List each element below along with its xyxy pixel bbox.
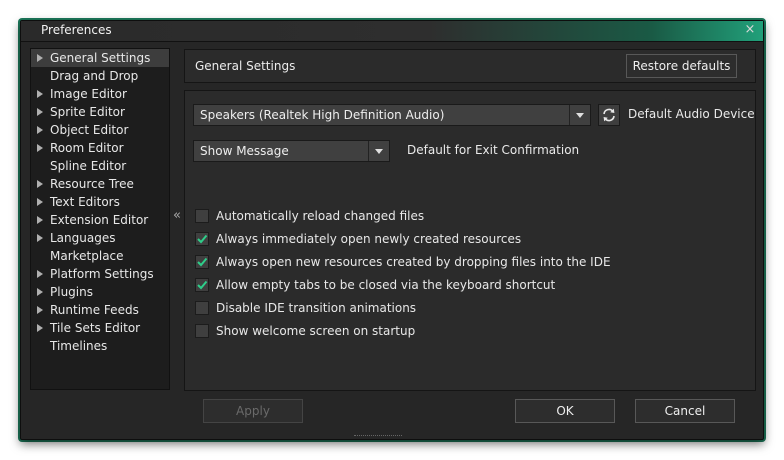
sidebar-item-label: Sprite Editor (50, 105, 125, 119)
audio-device-value: Speakers (Realtek High Definition Audio) (200, 108, 445, 122)
sidebar-item-label: Tile Sets Editor (50, 321, 141, 335)
sidebar-item-label: Text Editors (50, 195, 120, 209)
sidebar-item-label: Languages (50, 231, 116, 245)
ok-button[interactable]: OK (515, 399, 615, 423)
audio-device-label: Default Audio Device (628, 107, 755, 121)
preferences-window: Preferences × General Settings Drag and D… (20, 20, 764, 440)
collapse-sidebar-icon[interactable]: « (171, 208, 183, 226)
settings-header: General Settings Restore defaults (184, 49, 756, 83)
sidebar-item-label: Room Editor (50, 141, 124, 155)
checkbox-label: Disable IDE transition animations (216, 301, 417, 315)
checkbox-label: Always immediately open newly created re… (216, 232, 522, 246)
sidebar-item-platform-settings[interactable]: Platform Settings (31, 265, 169, 283)
chevron-right-icon[interactable] (37, 216, 43, 224)
sidebar-item-languages[interactable]: Languages (31, 229, 169, 247)
sidebar-item-general-settings[interactable]: General Settings (31, 49, 169, 67)
sidebar-item-label: Plugins (50, 285, 93, 299)
sidebar-item-label: Extension Editor (50, 213, 149, 227)
checkmark-icon (197, 257, 208, 267)
sidebar-item-label: Runtime Feeds (50, 303, 139, 317)
chevron-right-icon[interactable] (37, 90, 43, 98)
exit-confirmation-select[interactable]: Show Message (193, 140, 390, 162)
checkbox[interactable] (195, 232, 209, 246)
sidebar-item-image-editor[interactable]: Image Editor (31, 85, 169, 103)
sidebar-item-timelines[interactable]: Timelines (31, 337, 169, 355)
checkbox[interactable] (195, 209, 209, 223)
sidebar: General Settings Drag and Drop Image Edito… (30, 48, 170, 390)
sidebar-item-label: Image Editor (50, 87, 127, 101)
checkbox[interactable] (195, 278, 209, 292)
dropdown-button[interactable] (368, 141, 389, 161)
sidebar-item-label: Spline Editor (50, 159, 127, 173)
restore-defaults-button[interactable]: Restore defaults (626, 54, 737, 78)
chevron-right-icon[interactable] (37, 234, 43, 242)
checkbox[interactable] (195, 324, 209, 338)
checkbox[interactable] (195, 255, 209, 269)
sidebar-item-resource-tree[interactable]: Resource Tree (31, 175, 169, 193)
exit-confirmation-value: Show Message (200, 144, 289, 158)
sidebar-item-label: Resource Tree (50, 177, 134, 191)
chevron-down-icon (576, 113, 584, 118)
window-title: Preferences (41, 23, 112, 37)
refresh-icon (603, 108, 615, 122)
settings-content: Speakers (Realtek High Definition Audio)… (184, 90, 756, 391)
chevron-right-icon[interactable] (37, 306, 43, 314)
chevron-right-icon[interactable] (37, 270, 43, 278)
sidebar-item-label: Marketplace (50, 249, 124, 263)
audio-device-select[interactable]: Speakers (Realtek High Definition Audio) (193, 104, 591, 126)
chevron-right-icon[interactable] (37, 144, 43, 152)
sidebar-item-drag-and-drop[interactable]: Drag and Drop (31, 67, 169, 85)
checkmark-icon (197, 280, 208, 290)
checkbox-label: Allow empty tabs to be closed via the ke… (216, 278, 556, 292)
chevron-right-icon[interactable] (37, 288, 43, 296)
checkbox-label: Show welcome screen on startup (216, 324, 416, 338)
checkbox-label: Automatically reload changed files (216, 209, 425, 223)
sidebar-item-label: Timelines (50, 339, 108, 353)
title-bar[interactable]: Preferences × (21, 21, 763, 42)
exit-confirmation-label: Default for Exit Confirmation (407, 143, 580, 157)
checkbox-label: Always open new resources created by dro… (216, 255, 611, 269)
sidebar-item-object-editor[interactable]: Object Editor (31, 121, 169, 139)
chevron-right-icon[interactable] (37, 108, 43, 116)
dropdown-button[interactable] (569, 105, 590, 125)
chevron-right-icon[interactable] (37, 54, 43, 62)
close-icon[interactable]: × (743, 22, 757, 38)
sidebar-item-plugins[interactable]: Plugins (31, 283, 169, 301)
chevron-right-icon[interactable] (37, 324, 43, 332)
chevron-down-icon (375, 149, 383, 154)
checkbox[interactable] (195, 301, 209, 315)
sidebar-item-sprite-editor[interactable]: Sprite Editor (31, 103, 169, 121)
sidebar-item-room-editor[interactable]: Room Editor (31, 139, 169, 157)
checkmark-icon (197, 234, 208, 244)
sidebar-item-extension-editor[interactable]: Extension Editor (31, 211, 169, 229)
refresh-audio-button[interactable] (598, 104, 620, 126)
sidebar-item-spline-editor[interactable]: Spline Editor (31, 157, 169, 175)
chevron-right-icon[interactable] (37, 198, 43, 206)
sidebar-item-marketplace[interactable]: Marketplace (31, 247, 169, 265)
chevron-right-icon[interactable] (37, 126, 43, 134)
page-title: General Settings (195, 59, 296, 73)
resize-grip[interactable] (354, 435, 402, 439)
cancel-button[interactable]: Cancel (635, 399, 735, 423)
sidebar-item-label: General Settings (50, 51, 151, 65)
sidebar-item-runtime-feeds[interactable]: Runtime Feeds (31, 301, 169, 319)
sidebar-item-label: Platform Settings (50, 267, 154, 281)
sidebar-item-label: Drag and Drop (50, 69, 139, 83)
sidebar-item-label: Object Editor (50, 123, 129, 137)
chevron-right-icon[interactable] (37, 180, 43, 188)
apply-button[interactable]: Apply (203, 399, 303, 423)
sidebar-item-tile-sets-editor[interactable]: Tile Sets Editor (31, 319, 169, 337)
sidebar-item-text-editors[interactable]: Text Editors (31, 193, 169, 211)
